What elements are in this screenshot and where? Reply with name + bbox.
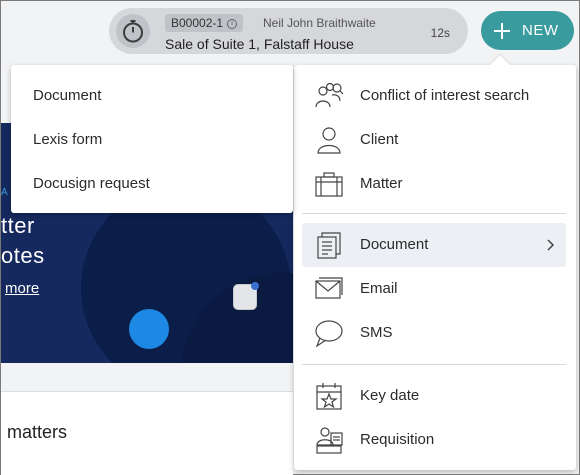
matters-section: matters (1, 391, 293, 475)
chat-bubble-icon (315, 320, 343, 348)
menu-item-label: SMS (360, 324, 393, 341)
menu-divider (302, 364, 566, 365)
submenu-item-label: Lexis form (33, 131, 103, 148)
new-dropdown-menu: Conflict of interest search Client Matte… (294, 55, 576, 470)
current-matter-timer[interactable]: B00002-1 i Neil John Braithwaite Sale of … (109, 8, 468, 54)
banner-learn-more-link[interactable]: more (5, 280, 39, 297)
menu-item-label: Matter (360, 175, 403, 192)
menu-item-label: Client (360, 131, 399, 148)
menu-item-requisition[interactable]: Requisition (302, 418, 566, 462)
menu-item-key-date[interactable]: Key date (302, 374, 566, 418)
menu-item-label: Conflict of interest search (360, 87, 530, 104)
plus-icon (494, 23, 510, 39)
submenu-item-label: Docusign request (33, 175, 150, 192)
documents-icon (317, 232, 341, 259)
menu-item-label: Document (360, 236, 429, 253)
new-button[interactable]: NEW (481, 11, 574, 50)
briefcase-icon (315, 172, 343, 197)
menu-item-label: Key date (360, 387, 420, 404)
banner-heading-line: tter (1, 213, 35, 238)
menu-item-client[interactable]: Client (302, 118, 566, 162)
info-icon[interactable]: i (227, 18, 238, 29)
requisition-icon (316, 427, 343, 454)
matter-code: B00002-1 (171, 16, 224, 30)
matter-code-badge: B00002-1 i (165, 14, 244, 32)
submenu-item-label: Document (33, 87, 102, 104)
banner-decoration-dot (129, 309, 169, 349)
submenu-item-docusign-request[interactable]: Docusign request (11, 162, 293, 206)
menu-item-sms[interactable]: SMS (302, 311, 566, 355)
matter-title: Sale of Suite 1, Falstaff House (165, 36, 354, 52)
stopwatch-icon[interactable] (115, 13, 151, 49)
matter-client-name: Neil John Braithwaite (263, 16, 376, 30)
menu-item-label: Requisition (360, 431, 435, 448)
menu-item-matter[interactable]: Matter (302, 162, 566, 206)
chevron-right-icon (547, 239, 555, 251)
banner-tag: A (1, 187, 8, 198)
menu-item-email[interactable]: Email (302, 267, 566, 311)
document-badge-icon (233, 282, 259, 310)
new-button-label: NEW (522, 22, 559, 39)
elapsed-time: 12s (430, 26, 450, 40)
section-title: matters (7, 422, 68, 442)
menu-divider (302, 213, 566, 214)
submenu-item-document[interactable]: Document (11, 74, 293, 118)
person-icon (317, 127, 341, 154)
notification-dot (251, 282, 259, 290)
menu-item-label: Email (360, 280, 398, 297)
banner-heading-line: otes (1, 243, 45, 268)
menu-item-conflict-search[interactable]: Conflict of interest search (302, 74, 566, 118)
banner-heading: tter otes (1, 211, 45, 271)
document-submenu: Document Lexis form Docusign request (11, 65, 293, 213)
envelope-icon (315, 277, 343, 299)
calendar-star-icon (316, 383, 342, 410)
menu-item-document[interactable]: Document (302, 223, 566, 267)
submenu-item-lexis-form[interactable]: Lexis form (11, 118, 293, 162)
people-search-icon (315, 82, 344, 108)
